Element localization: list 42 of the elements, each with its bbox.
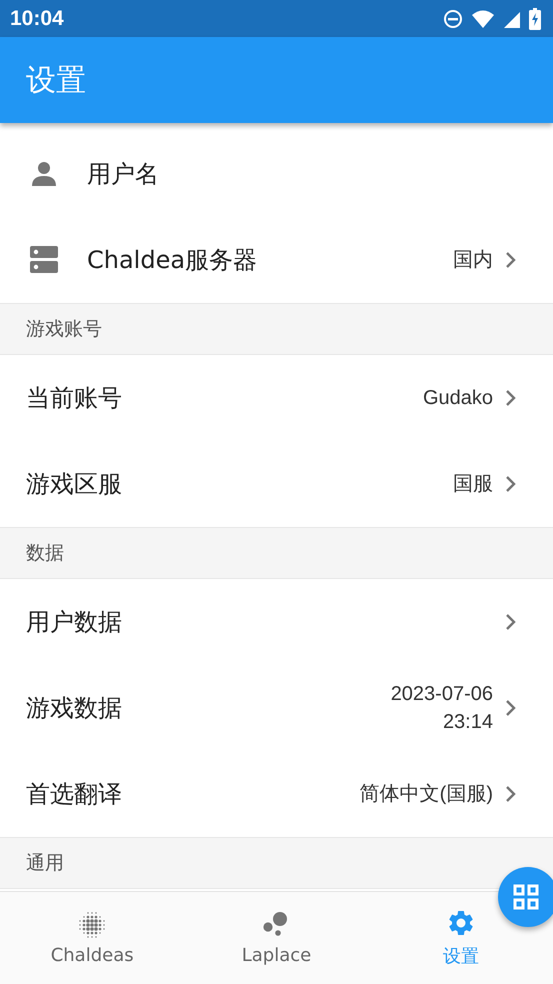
settings-row[interactable]: Chaldea服务器 国内 — [0, 217, 553, 303]
setting-value: 简体中文(国服) — [360, 782, 493, 807]
nav-label: Chaldeas — [50, 944, 134, 966]
battery-icon — [529, 8, 541, 30]
nav-label: 设置 — [442, 945, 479, 968]
section-title: 游戏账号 — [26, 317, 102, 342]
setting-value: Gudako — [422, 386, 493, 411]
app-bar-title: 设置 — [26, 62, 86, 100]
setting-label: 当前账号 — [26, 383, 123, 414]
nav-tab[interactable]: Laplace — [184, 892, 369, 984]
wifi-icon — [471, 8, 495, 28]
setting-value: 2023-07-06 23:14 — [390, 682, 493, 735]
setting-label: Chaldea服务器 — [87, 245, 258, 276]
setting-label: 游戏区服 — [26, 469, 123, 500]
setting-label: 用户名 — [87, 159, 160, 190]
chevron-right-icon — [505, 475, 517, 493]
settings-row[interactable]: 用户名 — [0, 131, 553, 217]
chevron-right-icon — [505, 389, 517, 407]
chevron-right-icon — [505, 785, 517, 803]
settings-row[interactable]: 游戏数据 2023-07-06 23:14 — [0, 665, 553, 751]
chevron-right-icon — [505, 251, 517, 269]
status-time: 10:04 — [10, 6, 64, 30]
section-title: 数据 — [26, 541, 64, 566]
grid-icon — [513, 884, 539, 910]
settings-row[interactable]: 当前账号 Gudako — [0, 355, 553, 441]
chevron-right-icon — [505, 613, 517, 631]
setting-label: 游戏数据 — [26, 693, 123, 724]
dot-grid-icon — [78, 910, 106, 938]
settings-row[interactable]: 用户数据 — [0, 579, 553, 665]
do-not-disturb-icon — [443, 8, 463, 28]
setting-label: 首选翻译 — [26, 779, 123, 810]
setting-label: 用户数据 — [26, 607, 123, 638]
section-title: 通用 — [26, 851, 64, 876]
server-icon — [29, 245, 59, 275]
person-icon — [29, 161, 59, 187]
nav-tab[interactable]: Chaldeas — [0, 892, 184, 984]
settings-row[interactable]: 首选翻译 简体中文(国服) — [0, 751, 553, 837]
settings-row[interactable]: 游戏区服 国服 — [0, 441, 553, 527]
setting-value: 国内 — [453, 248, 493, 273]
setting-value: 国服 — [453, 472, 493, 497]
chevron-right-icon — [505, 699, 517, 717]
nav-label: Laplace — [242, 944, 312, 966]
